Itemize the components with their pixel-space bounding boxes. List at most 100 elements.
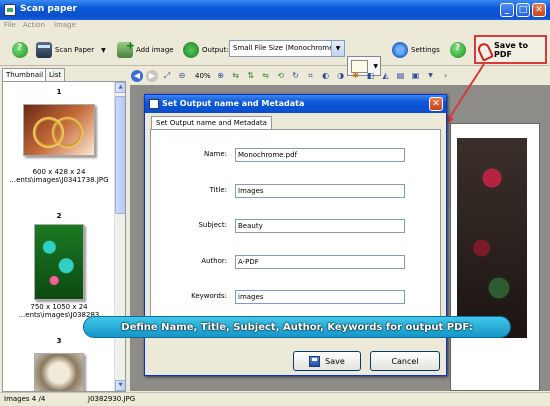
- window-title: Scan paper: [20, 4, 77, 14]
- name-label: Name:: [203, 150, 227, 158]
- fit-page-icon[interactable]: ⤢: [161, 70, 173, 82]
- app-icon: [4, 4, 16, 16]
- author-field[interactable]: A-PDF: [235, 255, 405, 269]
- thumbnail-number: 1: [56, 88, 62, 96]
- color-adjust-icon[interactable]: ◧: [365, 70, 377, 82]
- thumbnail-image: [23, 104, 95, 156]
- thumbnail-image: [34, 224, 84, 300]
- thumbnail-size: 750 x 1050 x 24: [30, 303, 88, 311]
- status-bar: Images 4 /4 J0382930.JPG: [0, 392, 550, 406]
- scan-paper-label: Scan Paper: [55, 46, 95, 54]
- name-field[interactable]: Monochrome.pdf: [235, 148, 405, 162]
- minimize-button[interactable]: _: [500, 3, 514, 17]
- chevron-down-icon[interactable]: ▼: [425, 70, 437, 82]
- output-label: Output:: [202, 46, 229, 54]
- effects-icon[interactable]: ✱: [350, 70, 362, 82]
- crop-icon[interactable]: ⌗: [305, 70, 317, 82]
- output-select-value: Small File Size (Monochrome): [233, 44, 337, 52]
- tab-output-metadata[interactable]: Set Output name and Metadata: [151, 116, 272, 130]
- prev-page-icon[interactable]: ◀: [131, 70, 143, 82]
- add-image-button[interactable]: Add image: [117, 39, 174, 59]
- thumbnail-item[interactable]: 3: [3, 337, 115, 391]
- thumbnail-path: ...ents\images\J0341738.JPG: [9, 176, 109, 184]
- scroll-down-icon[interactable]: ▼: [115, 380, 125, 391]
- page-image: [457, 138, 527, 338]
- dialog-title: Set Output name and Metadata: [162, 99, 305, 108]
- pdf-icon: [476, 43, 489, 57]
- pointer-arrow: [444, 63, 485, 126]
- output-icon: [183, 42, 199, 58]
- mirror-icon[interactable]: ⇋: [260, 70, 272, 82]
- save-button-label: Save: [325, 356, 345, 366]
- thumbnail-item[interactable]: 2 750 x 1050 x 24 ...ents\images\J038283: [3, 212, 115, 319]
- levels-icon[interactable]: ▤: [395, 70, 407, 82]
- thumbnail-item[interactable]: 1 600 x 428 x 24 ...ents\images\J0341738…: [3, 88, 115, 184]
- status-image-count: Images 4 /4: [4, 395, 46, 403]
- menu-file[interactable]: File: [4, 21, 16, 29]
- title-field[interactable]: Images: [235, 184, 405, 198]
- thumbnail-image: [34, 353, 84, 391]
- zoom-level[interactable]: 40%: [195, 72, 211, 80]
- menu-image[interactable]: Image: [54, 21, 76, 29]
- close-button[interactable]: ✕: [532, 3, 546, 17]
- settings-button[interactable]: Settings: [392, 41, 440, 59]
- cancel-button-label: Cancel: [391, 356, 419, 366]
- author-label: Author:: [201, 257, 227, 265]
- tab-list[interactable]: List: [45, 68, 66, 82]
- tab-thumbnail[interactable]: Thumbnail: [2, 68, 48, 82]
- page-preview: [450, 123, 540, 391]
- window-titlebar: Scan paper _ □ ✕: [0, 0, 550, 20]
- thumbnail-list: 1 600 x 428 x 24 ...ents\images\J0341738…: [3, 82, 115, 391]
- zoom-in-icon[interactable]: ⊕: [215, 70, 227, 82]
- dialog-titlebar: Set Output name and Metadata ✕: [145, 95, 446, 113]
- scrollbar-thumb[interactable]: [115, 96, 125, 214]
- add-image-icon: [117, 39, 135, 58]
- scanner-icon: [36, 42, 52, 58]
- thumbnail-number: 2: [56, 212, 62, 220]
- subject-field[interactable]: Beauty: [235, 219, 405, 233]
- chevron-down-icon[interactable]: ▼: [101, 47, 106, 54]
- instruction-callout: Define Name, Title, Subject, Author, Key…: [83, 316, 511, 338]
- menu-bar: File Action Image: [0, 20, 550, 33]
- contrast-icon[interactable]: ◑: [335, 70, 347, 82]
- title-label: Title:: [209, 186, 227, 194]
- rotate-free-icon[interactable]: ↻: [290, 70, 302, 82]
- help-icon: [12, 42, 28, 58]
- thumbnail-scrollbar[interactable]: ▲ ▼: [114, 82, 125, 391]
- rotate-icon[interactable]: ⟲: [275, 70, 287, 82]
- dialog-form: Name: Monochrome.pdf Title: Images Subje…: [150, 129, 441, 337]
- settings-label: Settings: [411, 46, 440, 54]
- keywords-field[interactable]: images: [235, 290, 405, 304]
- chevron-down-icon: ▼: [331, 41, 344, 56]
- left-tabs: Thumbnail List: [2, 68, 126, 82]
- thumbnail-number: 3: [56, 337, 62, 345]
- flip-vertical-icon[interactable]: ⇅: [245, 70, 257, 82]
- view-mode-icon[interactable]: ▣: [410, 70, 422, 82]
- subject-label: Subject:: [198, 221, 227, 229]
- zoom-out-icon[interactable]: ⊖: [176, 70, 188, 82]
- help-button-2[interactable]: [450, 41, 469, 59]
- save-icon: [309, 355, 321, 367]
- scroll-up-icon[interactable]: ▲: [115, 82, 125, 93]
- output-select[interactable]: Small File Size (Monochrome) ▼: [229, 40, 345, 57]
- dialog-close-icon[interactable]: ✕: [429, 97, 443, 111]
- menu-action[interactable]: Action: [23, 21, 45, 29]
- dialog-icon: [149, 99, 159, 109]
- next-page-icon[interactable]: ▶: [146, 70, 158, 82]
- thumbnail-panel: 1 600 x 428 x 24 ...ents\images\J0341738…: [2, 81, 126, 392]
- save-to-pdf-label: Save to PDF: [494, 40, 528, 59]
- output-group: Output:: [183, 41, 229, 59]
- status-filename: J0382930.JPG: [88, 395, 136, 403]
- flip-horizontal-icon[interactable]: ⇆: [230, 70, 242, 82]
- help-button[interactable]: [12, 41, 31, 59]
- brightness-icon[interactable]: ◐: [320, 70, 332, 82]
- add-image-label: Add image: [136, 46, 174, 54]
- scan-paper-button[interactable]: Scan Paper ▼: [36, 41, 106, 59]
- maximize-button[interactable]: □: [516, 3, 530, 17]
- cancel-button[interactable]: Cancel: [370, 351, 440, 371]
- sharpen-icon[interactable]: ◭: [380, 70, 392, 82]
- thumbnail-size: 600 x 428 x 24: [32, 168, 86, 176]
- keywords-label: Keywords:: [191, 292, 227, 300]
- help-icon: [450, 42, 466, 58]
- save-button[interactable]: Save: [293, 351, 361, 371]
